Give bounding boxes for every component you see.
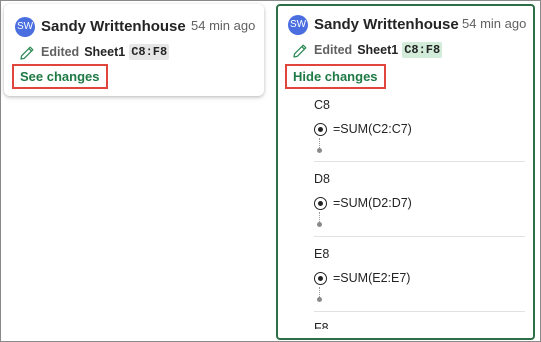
end-dot-icon: [317, 222, 322, 227]
formula-value: =SUM(E2:E7): [333, 271, 411, 285]
timestamp: 54 min ago: [191, 18, 256, 33]
sheet-name: Sheet1: [84, 45, 126, 59]
connector: [319, 212, 320, 222]
end-dot-icon: [317, 148, 322, 153]
see-changes-button[interactable]: See changes: [12, 64, 108, 89]
formula-value: =SUM(D2:D7): [333, 196, 412, 210]
activity-pane: SW Sandy Writtenhouse 54 min ago Edited …: [0, 0, 541, 342]
action-label: Edited: [314, 43, 353, 57]
cell-reference: F8: [314, 321, 329, 329]
sheet-name: Sheet1: [357, 43, 399, 57]
range-label: C8:F8: [402, 42, 443, 58]
connector: [319, 287, 320, 297]
hide-changes-button[interactable]: Hide changes: [285, 64, 386, 89]
pencil-icon: [293, 44, 307, 58]
radio-dot-icon: [314, 123, 327, 136]
formula-value: =SUM(C2:C7): [333, 122, 412, 136]
cell-reference: C8: [314, 98, 330, 112]
connector: [319, 138, 320, 148]
cell-reference: E8: [314, 247, 330, 261]
author-name: Sandy Writtenhouse: [314, 16, 459, 33]
end-dot-icon: [317, 297, 322, 302]
edit-summary: Edited Sheet1 C8:F8: [41, 44, 170, 60]
changes-list: C8 =SUM(C2:C7) D8 =SUM(D2:D7) E8 =SUM(E2…: [314, 93, 525, 329]
edit-summary: Edited Sheet1 C8:F8: [314, 42, 443, 58]
divider: [314, 311, 525, 312]
avatar: SW: [15, 17, 35, 37]
pencil-icon: [20, 46, 34, 60]
action-label: Edited: [41, 45, 80, 59]
cell-reference: D8: [314, 172, 330, 186]
radio-dot-icon: [314, 197, 327, 210]
divider: [314, 161, 525, 162]
radio-dot-icon: [314, 272, 327, 285]
range-label: C8:F8: [129, 44, 170, 60]
divider: [314, 236, 525, 237]
timestamp: 54 min ago: [462, 16, 527, 31]
author-name: Sandy Writtenhouse: [41, 18, 186, 35]
activity-card-collapsed[interactable]: SW Sandy Writtenhouse 54 min ago Edited …: [4, 4, 264, 96]
avatar: SW: [288, 15, 308, 35]
